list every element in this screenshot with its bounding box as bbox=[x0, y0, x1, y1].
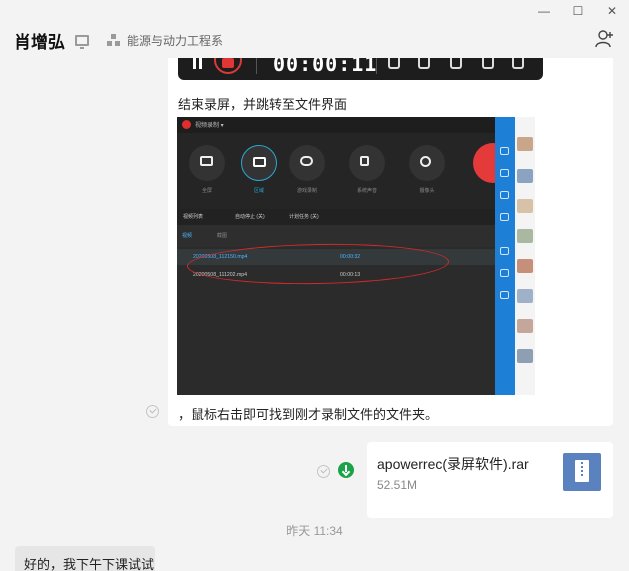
chat-area[interactable]: 00:00:11 结束录屏，并跳转至文件界面 视频录制 ▾ 全屏 区域 游戏录制 bbox=[0, 58, 629, 571]
recording-timer: 00:00:11 bbox=[273, 58, 378, 76]
file-name: apowerrec(录屏软件).rar bbox=[377, 456, 529, 472]
organization-icon bbox=[107, 34, 121, 46]
tool-label: 区域 bbox=[253, 188, 264, 194]
tab-auto-stop: 自动停止 (关) bbox=[235, 214, 265, 220]
window-controls: — ☐ ✕ bbox=[527, 0, 629, 22]
file-size: 52.51M bbox=[377, 478, 418, 492]
crop-icon bbox=[418, 58, 430, 69]
download-icon[interactable] bbox=[338, 462, 354, 478]
pen-icon bbox=[482, 58, 494, 69]
department-label: 能源与动力工程系 bbox=[127, 33, 224, 48]
tool-label: 系统声音 bbox=[356, 188, 377, 194]
subtab-screenshot: 截图 bbox=[217, 233, 228, 239]
screenshot-image[interactable]: 视频录制 ▾ 全屏 区域 游戏录制 系统声音 摄像头 视频列表 自动停止 (关)… bbox=[177, 117, 535, 395]
tab-video-list: 视频列表 bbox=[183, 214, 204, 220]
monitor-icon bbox=[75, 34, 89, 49]
tool-label: 全屏 bbox=[201, 188, 212, 194]
file-message[interactable]: apowerrec(录屏软件).rar 52.51M bbox=[367, 442, 613, 518]
recorder-toolbar-image: 00:00:11 bbox=[178, 58, 543, 80]
contact-name: 肖增弘 bbox=[14, 32, 65, 52]
add-user-icon[interactable] bbox=[595, 29, 615, 49]
tab-schedule: 计划任务 (关) bbox=[289, 214, 319, 220]
brush-icon bbox=[388, 58, 400, 69]
screenshot-app-title: 视频录制 ▾ bbox=[195, 123, 224, 129]
app-logo-icon bbox=[182, 120, 191, 129]
chat-header: 肖增弘 能源与动力工程系 bbox=[0, 22, 629, 58]
read-check-icon bbox=[146, 405, 159, 418]
message-text: 好的，我下午下课试试 bbox=[24, 557, 155, 571]
webcam-icon bbox=[409, 145, 445, 181]
stop-icon bbox=[222, 58, 234, 68]
camera-icon bbox=[450, 58, 462, 69]
message-text: 结束录屏，并跳转至文件界面 bbox=[178, 97, 348, 112]
window-icon bbox=[512, 58, 524, 69]
game-tool-icon bbox=[289, 145, 325, 181]
tool-label: 游戏录制 bbox=[296, 188, 317, 194]
pause-icon bbox=[192, 58, 204, 70]
system-sound-icon bbox=[349, 145, 385, 181]
message-timestamp: 昨天 11:34 bbox=[286, 524, 343, 538]
read-check-icon bbox=[317, 465, 330, 478]
message-text: ，鼠标右击即可找到刚才录制文件的文件夹。 bbox=[178, 407, 439, 422]
subtab-video: 视频 bbox=[182, 233, 193, 239]
maximize-icon[interactable]: ☐ bbox=[561, 0, 595, 22]
tool-label: 摄像头 bbox=[419, 188, 435, 194]
region-tool-icon bbox=[241, 145, 277, 181]
fullscreen-tool-icon bbox=[189, 145, 225, 181]
screenshot-titlebar: 视频录制 ▾ bbox=[177, 117, 497, 133]
side-panel bbox=[495, 117, 515, 395]
minimize-icon[interactable]: — bbox=[527, 0, 561, 22]
message-bubble-image[interactable]: 00:00:11 结束录屏，并跳转至文件界面 视频录制 ▾ 全屏 区域 游戏录制 bbox=[168, 58, 613, 426]
archive-file-icon bbox=[563, 453, 601, 491]
close-icon[interactable]: ✕ bbox=[595, 0, 629, 22]
department-info: 能源与动力工程系 bbox=[107, 32, 223, 49]
message-bubble-received[interactable]: 好的，我下午下课试试 bbox=[15, 546, 155, 571]
screenshot-toolbar: 全屏 区域 游戏录制 系统声音 摄像头 bbox=[177, 133, 513, 209]
screenshot-tabs: 视频列表 自动停止 (关) 计划任务 (关) bbox=[177, 209, 497, 225]
thumbnail-strip bbox=[515, 117, 535, 395]
